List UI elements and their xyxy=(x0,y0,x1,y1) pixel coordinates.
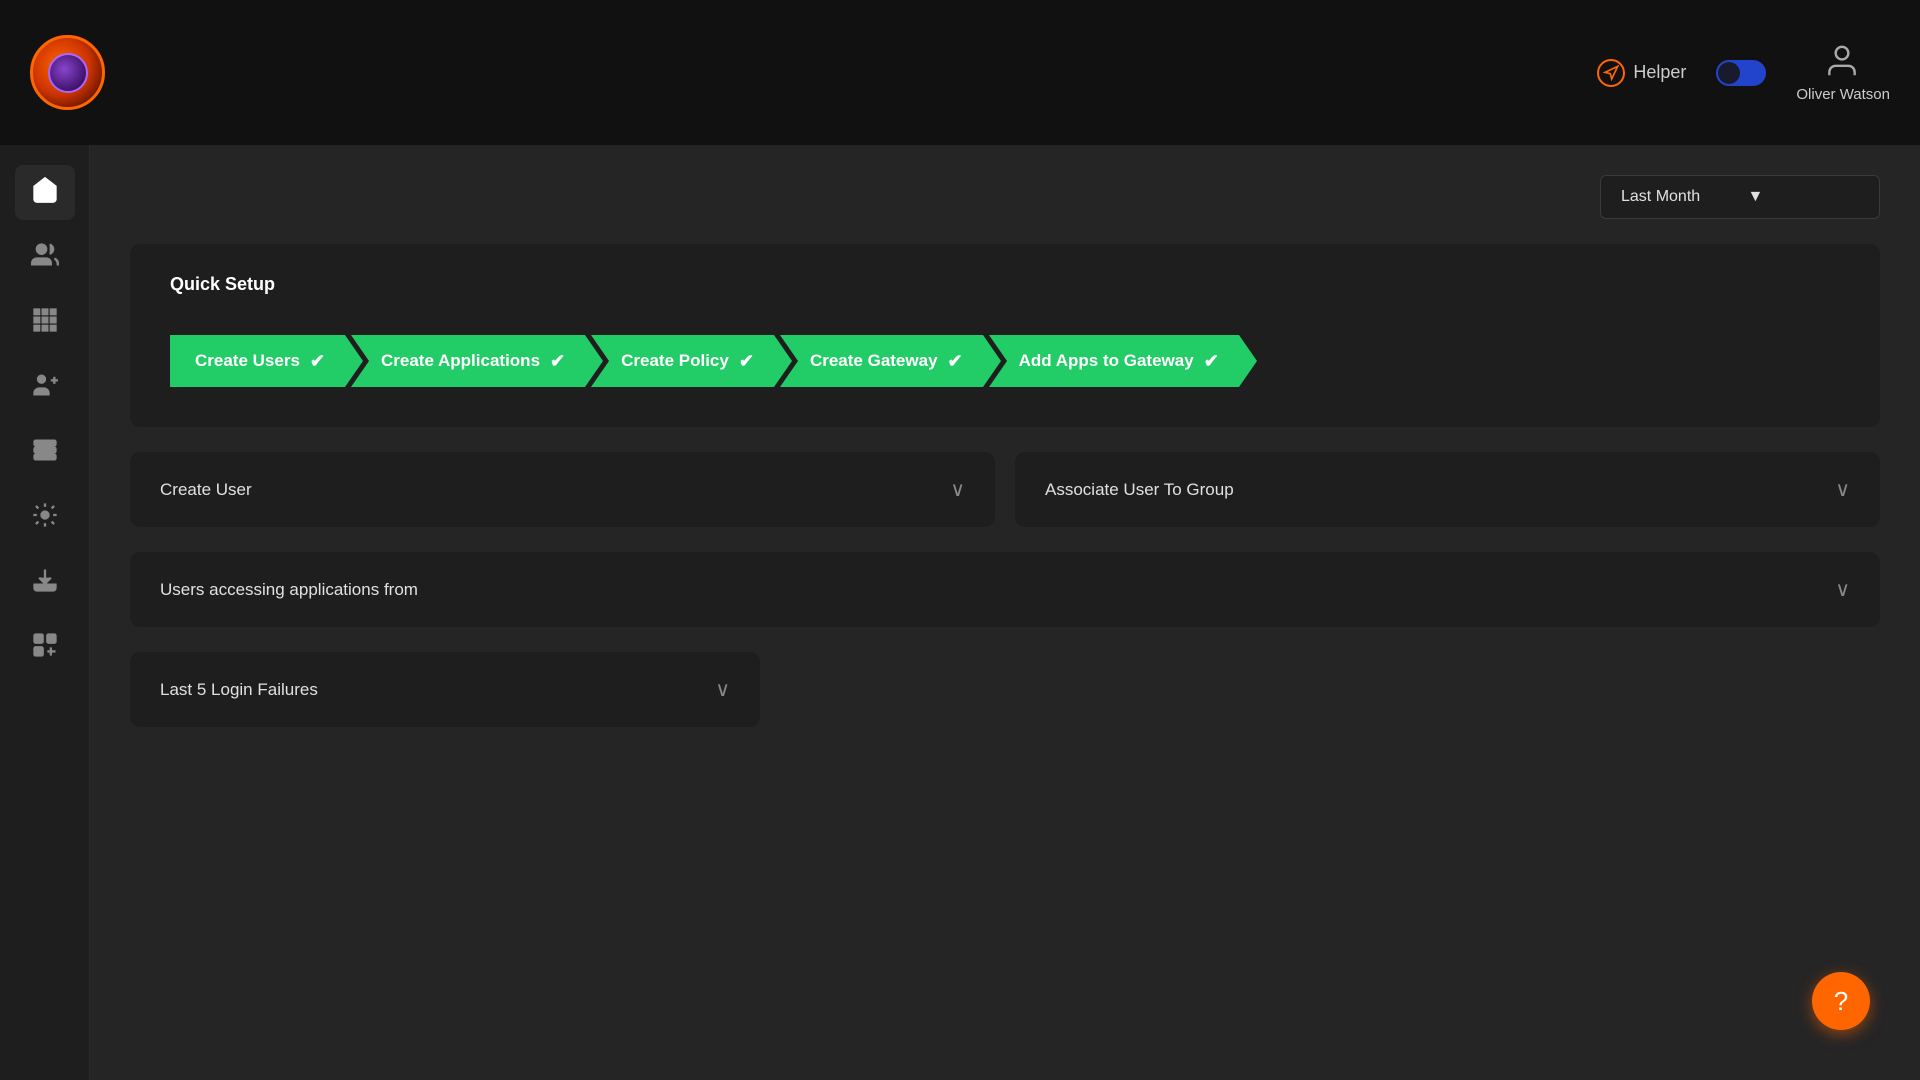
step-create-applications-label: Create Applications xyxy=(381,351,540,371)
step-create-gateway-check: ✔ xyxy=(948,351,963,372)
helper-label: Helper xyxy=(1633,62,1686,83)
content-area: Last Month ▼ Quick Setup Create Users ✔ xyxy=(90,145,1920,1080)
date-filter-label: Last Month xyxy=(1621,188,1733,206)
step-create-users-check: ✔ xyxy=(310,351,325,372)
create-user-title: Create User xyxy=(160,480,252,500)
users-accessing-chevron-icon: ∨ xyxy=(1835,577,1850,602)
main-layout: Last Month ▼ Quick Setup Create Users ✔ xyxy=(0,145,1920,1080)
step-create-policy-check: ✔ xyxy=(739,351,754,372)
topbar: Helper Oliver Watson xyxy=(0,0,1920,145)
users-accessing-panel[interactable]: Users accessing applications from ∨ xyxy=(130,552,1880,627)
sidebar-item-users[interactable] xyxy=(15,230,75,285)
step-create-applications[interactable]: Create Applications ✔ xyxy=(351,335,585,387)
step-create-applications-check: ✔ xyxy=(550,351,565,372)
sidebar-item-add-grid[interactable] xyxy=(15,620,75,675)
login-failures-row: Last 5 Login Failures ∨ xyxy=(130,652,1880,727)
sidebar-item-home[interactable] xyxy=(15,165,75,220)
logo-area xyxy=(30,35,105,110)
create-user-chevron-icon: ∨ xyxy=(950,477,965,502)
steps-row: Create Users ✔ Create Applications ✔ xyxy=(170,325,1840,397)
date-filter-dropdown[interactable]: Last Month ▼ xyxy=(1600,175,1880,219)
step-create-users[interactable]: Create Users ✔ xyxy=(170,335,345,387)
dark-mode-toggle[interactable] xyxy=(1716,60,1766,86)
step-create-gateway-label: Create Gateway xyxy=(810,351,938,371)
quick-setup-card: Quick Setup Create Users ✔ Create Applic… xyxy=(130,244,1880,427)
filter-row: Last Month ▼ xyxy=(130,175,1880,219)
user-avatar-icon xyxy=(1823,42,1863,82)
step-create-users-label: Create Users xyxy=(195,351,300,371)
login-failures-chevron-icon: ∨ xyxy=(715,677,730,702)
cards-row: Create User ∨ Associate User To Group ∨ xyxy=(130,452,1880,527)
user-area: Oliver Watson xyxy=(1796,42,1890,103)
list-icon xyxy=(31,436,59,470)
sidebar-item-download[interactable] xyxy=(15,555,75,610)
sidebar-item-grid[interactable] xyxy=(15,295,75,350)
sidebar xyxy=(0,145,90,1080)
home-icon xyxy=(31,176,59,210)
step-add-apps-to-gateway[interactable]: Add Apps to Gateway ✔ xyxy=(989,335,1239,387)
associate-user-panel[interactable]: Associate User To Group ∨ xyxy=(1015,452,1880,527)
step-create-policy[interactable]: Create Policy ✔ xyxy=(591,335,774,387)
user-connections-icon xyxy=(31,371,59,405)
help-fab-button[interactable]: ? xyxy=(1812,972,1870,1030)
helper-button[interactable]: Helper xyxy=(1597,59,1686,87)
login-failures-title: Last 5 Login Failures xyxy=(160,680,318,700)
chevron-down-icon: ▼ xyxy=(1748,188,1860,206)
settings-list-icon xyxy=(31,501,59,535)
sidebar-item-list[interactable] xyxy=(15,425,75,480)
logo-icon xyxy=(30,35,105,110)
help-fab-label: ? xyxy=(1834,986,1848,1017)
toggle-thumb xyxy=(1718,62,1740,84)
users-accessing-title: Users accessing applications from xyxy=(160,580,418,600)
topbar-right: Helper Oliver Watson xyxy=(1597,42,1890,103)
associate-user-chevron-icon: ∨ xyxy=(1835,477,1850,502)
sidebar-item-user-connections[interactable] xyxy=(15,360,75,415)
step-add-apps-check: ✔ xyxy=(1204,351,1219,372)
login-failures-panel[interactable]: Last 5 Login Failures ∨ xyxy=(130,652,760,727)
associate-user-title: Associate User To Group xyxy=(1045,480,1234,500)
download-icon xyxy=(31,566,59,600)
helper-icon xyxy=(1597,59,1625,87)
grid-icon xyxy=(31,306,59,340)
logo-inner-circle xyxy=(48,53,88,93)
sidebar-item-settings[interactable] xyxy=(15,490,75,545)
step-create-policy-label: Create Policy xyxy=(621,351,729,371)
add-grid-icon xyxy=(31,631,59,665)
user-name: Oliver Watson xyxy=(1796,86,1890,103)
create-user-panel[interactable]: Create User ∨ xyxy=(130,452,995,527)
quick-setup-title: Quick Setup xyxy=(170,274,1840,295)
step-create-gateway[interactable]: Create Gateway ✔ xyxy=(780,335,983,387)
step-add-apps-label: Add Apps to Gateway xyxy=(1019,351,1194,371)
users-icon xyxy=(31,241,59,275)
